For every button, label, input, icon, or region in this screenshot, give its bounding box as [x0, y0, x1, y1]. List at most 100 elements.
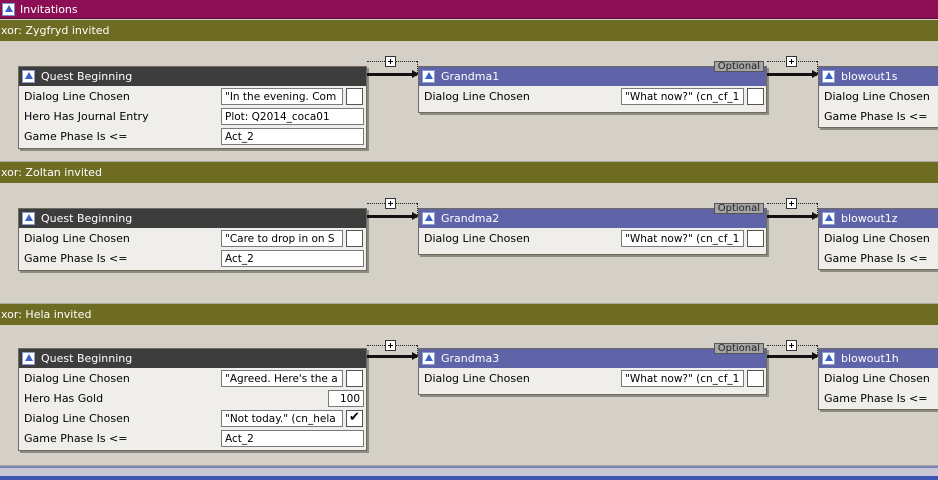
group-header[interactable]: xor: Hela invited	[0, 304, 938, 325]
node-header[interactable]: Quest Beginning	[19, 209, 366, 228]
condition-row: Hero Has Journal Entry Plot: Q2014_coca0…	[19, 106, 366, 126]
node-title: blowout1s	[841, 70, 898, 83]
node-quest-beginning[interactable]: Quest Beginning Dialog Line Chosen "Agre…	[18, 348, 367, 451]
optional-badge: Optional	[713, 203, 764, 214]
condition-value-field[interactable]: "What now?" (cn_cf_1	[621, 88, 744, 105]
condition-row: Hero Has Gold 100	[19, 388, 366, 408]
node-grandma1[interactable]: Grandma1 Optional Dialog Line Chosen "Wh…	[418, 61, 767, 113]
window-titlebar: Invitations	[0, 0, 938, 19]
condition-value-field[interactable]: Plot: Q2014_coca01	[221, 108, 364, 125]
condition-checkbox[interactable]	[747, 230, 764, 247]
condition-label: Hero Has Gold	[24, 392, 104, 405]
condition-value-field[interactable]: Act_2	[221, 128, 364, 145]
condition-checkbox[interactable]	[747, 370, 764, 387]
condition-checkbox[interactable]	[346, 88, 363, 105]
condition-value-field[interactable]: "Agreed. Here's the a	[221, 370, 343, 387]
optional-badge: Optional	[713, 343, 764, 354]
group-hela: xor: Hela invited Quest Beginning Dialog…	[0, 304, 938, 466]
condition-value-field[interactable]: "What now?" (cn_cf_1	[621, 370, 744, 387]
condition-row: Dialog Line Chosen "In the evening. Com	[19, 86, 366, 106]
condition-label: Dialog Line Chosen	[824, 90, 930, 103]
condition-value-field[interactable]: 100	[328, 390, 364, 407]
add-link-icon[interactable]	[385, 56, 396, 67]
group-header[interactable]: xor: Zygfryd invited	[0, 20, 938, 41]
condition-row: Dialog Line Chosen	[819, 86, 938, 106]
node-blowout1s[interactable]: blowout1s Dialog Line Chosen Game Phase …	[818, 66, 938, 128]
condition-value-field[interactable]: Act_2	[221, 430, 364, 447]
node-blowout1h[interactable]: blowout1h Dialog Line Chosen Game Phase …	[818, 348, 938, 410]
connector-arrow	[767, 70, 819, 78]
node-header[interactable]: blowout1h	[819, 349, 938, 368]
connector-arrow	[367, 352, 419, 360]
condition-label: Game Phase Is <=	[24, 130, 128, 143]
condition-label: Dialog Line Chosen	[24, 372, 130, 385]
flow-up-icon	[822, 70, 835, 83]
add-link-icon[interactable]	[385, 198, 396, 209]
add-link-icon[interactable]	[385, 340, 396, 351]
condition-label: Dialog Line Chosen	[424, 232, 530, 245]
add-link-icon[interactable]	[786, 340, 797, 351]
condition-label: Dialog Line Chosen	[424, 90, 530, 103]
node-header[interactable]: Quest Beginning	[19, 67, 366, 86]
node-title: Grandma1	[441, 70, 500, 83]
node-header[interactable]: Grandma1 Optional	[419, 61, 766, 86]
condition-row: Game Phase Is <=	[819, 388, 938, 409]
connector-arrow	[367, 212, 419, 220]
flow-up-icon	[822, 352, 835, 365]
condition-value-field[interactable]: "In the evening. Com	[221, 88, 343, 105]
node-header[interactable]: blowout1z	[819, 209, 938, 228]
connector-arrow	[767, 352, 819, 360]
condition-row: Game Phase Is <=	[819, 106, 938, 127]
condition-value-field[interactable]: "What now?" (cn_cf_1	[621, 230, 744, 247]
node-title: blowout1z	[841, 212, 898, 225]
node-header[interactable]: Grandma2 Optional	[419, 203, 766, 228]
condition-label: Dialog Line Chosen	[24, 90, 130, 103]
condition-label: Dialog Line Chosen	[424, 372, 530, 385]
node-quest-beginning[interactable]: Quest Beginning Dialog Line Chosen "In t…	[18, 66, 367, 149]
condition-label: Game Phase Is <=	[24, 252, 128, 265]
window-title: Invitations	[20, 3, 78, 16]
condition-label: Dialog Line Chosen	[24, 412, 130, 425]
condition-row: Dialog Line Chosen	[819, 368, 938, 388]
condition-value-field[interactable]: "Not today." (cn_hela	[221, 410, 343, 427]
flow-up-icon	[22, 352, 35, 365]
condition-row: Dialog Line Chosen	[819, 228, 938, 248]
flow-up-icon	[22, 70, 35, 83]
next-section-bar	[0, 466, 938, 480]
condition-row: Dialog Line Chosen "What now?" (cn_cf_1	[419, 86, 766, 112]
node-title: Grandma3	[441, 352, 500, 365]
node-quest-beginning[interactable]: Quest Beginning Dialog Line Chosen "Care…	[18, 208, 367, 271]
node-header[interactable]: Quest Beginning	[19, 349, 366, 368]
condition-row: Dialog Line Chosen "What now?" (cn_cf_1	[419, 228, 766, 254]
condition-checkbox[interactable]	[346, 410, 363, 427]
group-zygfryd: xor: Zygfryd invited Quest Beginning Dia…	[0, 20, 938, 162]
condition-row: Game Phase Is <= Act_2	[19, 428, 366, 450]
condition-row: Dialog Line Chosen "Agreed. Here's the a	[19, 368, 366, 388]
condition-value-field[interactable]: Act_2	[221, 250, 364, 267]
condition-checkbox[interactable]	[747, 88, 764, 105]
condition-row: Dialog Line Chosen "What now?" (cn_cf_1	[419, 368, 766, 394]
condition-label: Game Phase Is <=	[24, 432, 128, 445]
condition-checkbox[interactable]	[346, 230, 363, 247]
condition-value-field[interactable]: "Care to drop in on S	[221, 230, 343, 247]
add-link-icon[interactable]	[786, 56, 797, 67]
group-zoltan: xor: Zoltan invited Quest Beginning Dial…	[0, 162, 938, 304]
condition-row: Game Phase Is <=	[819, 248, 938, 269]
node-header[interactable]: Grandma3 Optional	[419, 343, 766, 368]
condition-label: Dialog Line Chosen	[824, 372, 930, 385]
node-title: Quest Beginning	[41, 212, 133, 225]
condition-label: Dialog Line Chosen	[24, 232, 130, 245]
group-header[interactable]: xor: Zoltan invited	[0, 162, 938, 183]
condition-row: Dialog Line Chosen "Care to drop in on S	[19, 228, 366, 248]
node-title: blowout1h	[841, 352, 899, 365]
add-link-icon[interactable]	[786, 198, 797, 209]
node-title: Grandma2	[441, 212, 500, 225]
condition-row: Dialog Line Chosen "Not today." (cn_hela	[19, 408, 366, 428]
condition-checkbox[interactable]	[346, 370, 363, 387]
node-blowout1z[interactable]: blowout1z Dialog Line Chosen Game Phase …	[818, 208, 938, 270]
node-grandma2[interactable]: Grandma2 Optional Dialog Line Chosen "Wh…	[418, 203, 767, 255]
node-grandma3[interactable]: Grandma3 Optional Dialog Line Chosen "Wh…	[418, 343, 767, 395]
condition-row: Game Phase Is <= Act_2	[19, 248, 366, 270]
condition-label: Dialog Line Chosen	[824, 232, 930, 245]
node-header[interactable]: blowout1s	[819, 67, 938, 86]
